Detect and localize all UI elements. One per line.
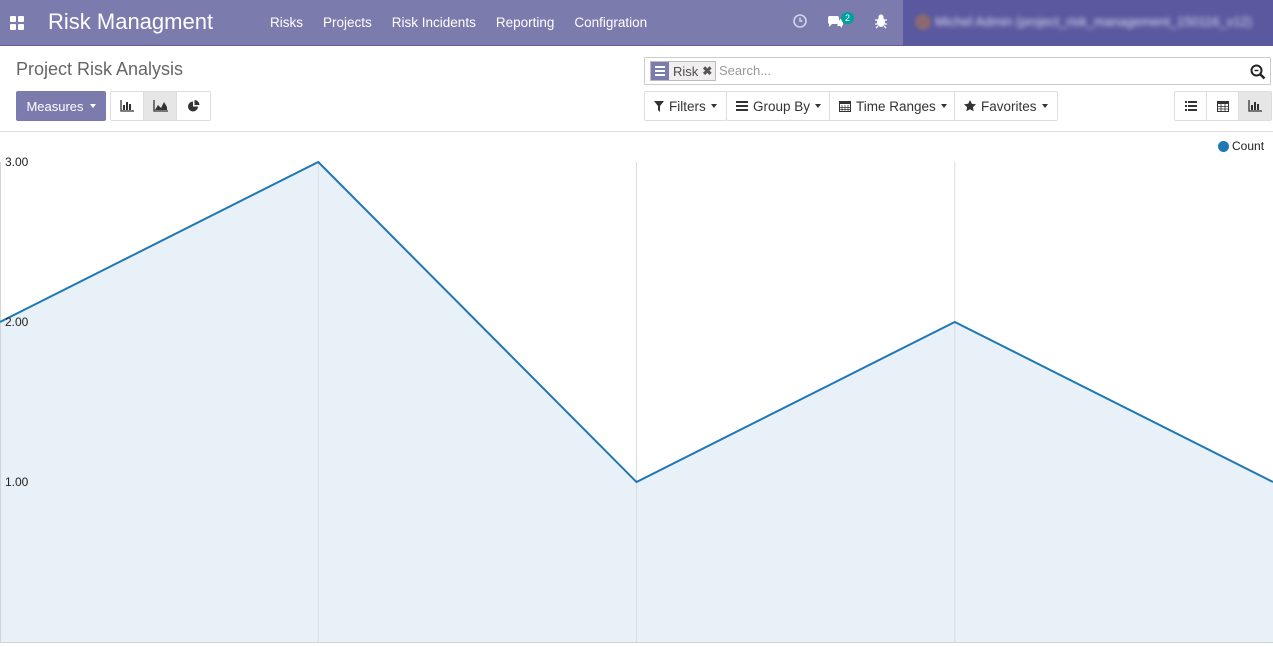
table-icon [1216, 100, 1229, 112]
caret-down-icon [89, 104, 96, 108]
search-input[interactable] [719, 63, 1239, 78]
menu-item-reporting[interactable]: Reporting [486, 0, 565, 46]
bar-chart-button[interactable] [111, 92, 144, 120]
search-icon[interactable] [1250, 64, 1266, 80]
filters-label: Filters [669, 98, 706, 114]
graph-view-button[interactable] [1239, 92, 1271, 120]
chart-legend[interactable]: Count [1218, 139, 1264, 153]
menu-item-projects[interactable]: Projects [313, 0, 382, 46]
caret-down-icon [710, 104, 717, 108]
calendar-icon [839, 101, 851, 112]
filter-list-icon [651, 62, 669, 80]
y-tick-label: 2.00 [5, 315, 29, 329]
caret-down-icon [940, 104, 947, 108]
facet-remove-icon[interactable]: ✖ [702, 64, 715, 78]
group-by-label: Group By [753, 98, 811, 114]
search-facet: Risk ✖ [650, 61, 717, 81]
clock-icon[interactable] [792, 13, 808, 31]
view-switcher [1174, 91, 1272, 121]
message-count-badge: 2 [841, 12, 855, 24]
page-title: Project Risk Analysis [16, 59, 184, 79]
measures-button[interactable]: Measures [16, 91, 106, 121]
favorites-button[interactable]: Favorites [954, 91, 1058, 121]
user-menu[interactable]: Michel Admin (project_risk_management_15… [903, 0, 1273, 46]
filters-button[interactable]: Filters [644, 91, 727, 121]
pie-chart-button[interactable] [177, 92, 210, 120]
menu-item-configration[interactable]: Configration [564, 0, 657, 46]
y-tick-label: 3.00 [5, 155, 29, 169]
line-chart-button[interactable] [144, 92, 177, 120]
user-name: Michel Admin (project_risk_management_15… [935, 14, 1252, 29]
legend-marker [1218, 140, 1229, 152]
favorites-label: Favorites [981, 98, 1037, 114]
bug-icon[interactable] [874, 13, 890, 31]
list-icon [1184, 101, 1197, 111]
top-navbar: Risk Managment Risks Projects Risk Incid… [0, 0, 1273, 46]
caret-down-icon [1041, 104, 1048, 108]
app-title: Risk Managment [48, 9, 214, 34]
bar-chart-icon [1248, 100, 1262, 112]
measures-label: Measures [26, 98, 84, 114]
bar-chart-icon [120, 100, 134, 112]
area-chart-icon [152, 100, 168, 112]
time-ranges-button[interactable]: Time Ranges [829, 91, 957, 121]
menu-item-risks[interactable]: Risks [260, 0, 313, 46]
time-ranges-label: Time Ranges [856, 98, 936, 114]
y-tick-label: 1.00 [5, 475, 29, 489]
apps-grid-icon[interactable] [10, 16, 24, 30]
chart-type-switcher [110, 91, 211, 121]
star-icon [964, 100, 976, 112]
menu-item-risk-incidents[interactable]: Risk Incidents [382, 0, 486, 46]
legend-label: Count [1232, 139, 1265, 153]
group-by-button[interactable]: Group By [726, 91, 832, 121]
bars-icon [736, 101, 748, 111]
caret-down-icon [815, 104, 822, 108]
avatar [915, 14, 931, 30]
pie-chart-icon [188, 99, 200, 111]
pivot-view-button[interactable] [1207, 92, 1239, 120]
main-menu: Risks Projects Risk Incidents Reporting … [260, 0, 657, 46]
list-view-button[interactable] [1175, 92, 1207, 120]
facet-label: Risk [673, 63, 699, 79]
chat-icon[interactable] [826, 13, 844, 31]
area-chart: 1.00 2.00 3.00 [0, 155, 1273, 643]
search-bar: Risk ✖ [644, 57, 1271, 85]
filter-icon [654, 100, 664, 112]
